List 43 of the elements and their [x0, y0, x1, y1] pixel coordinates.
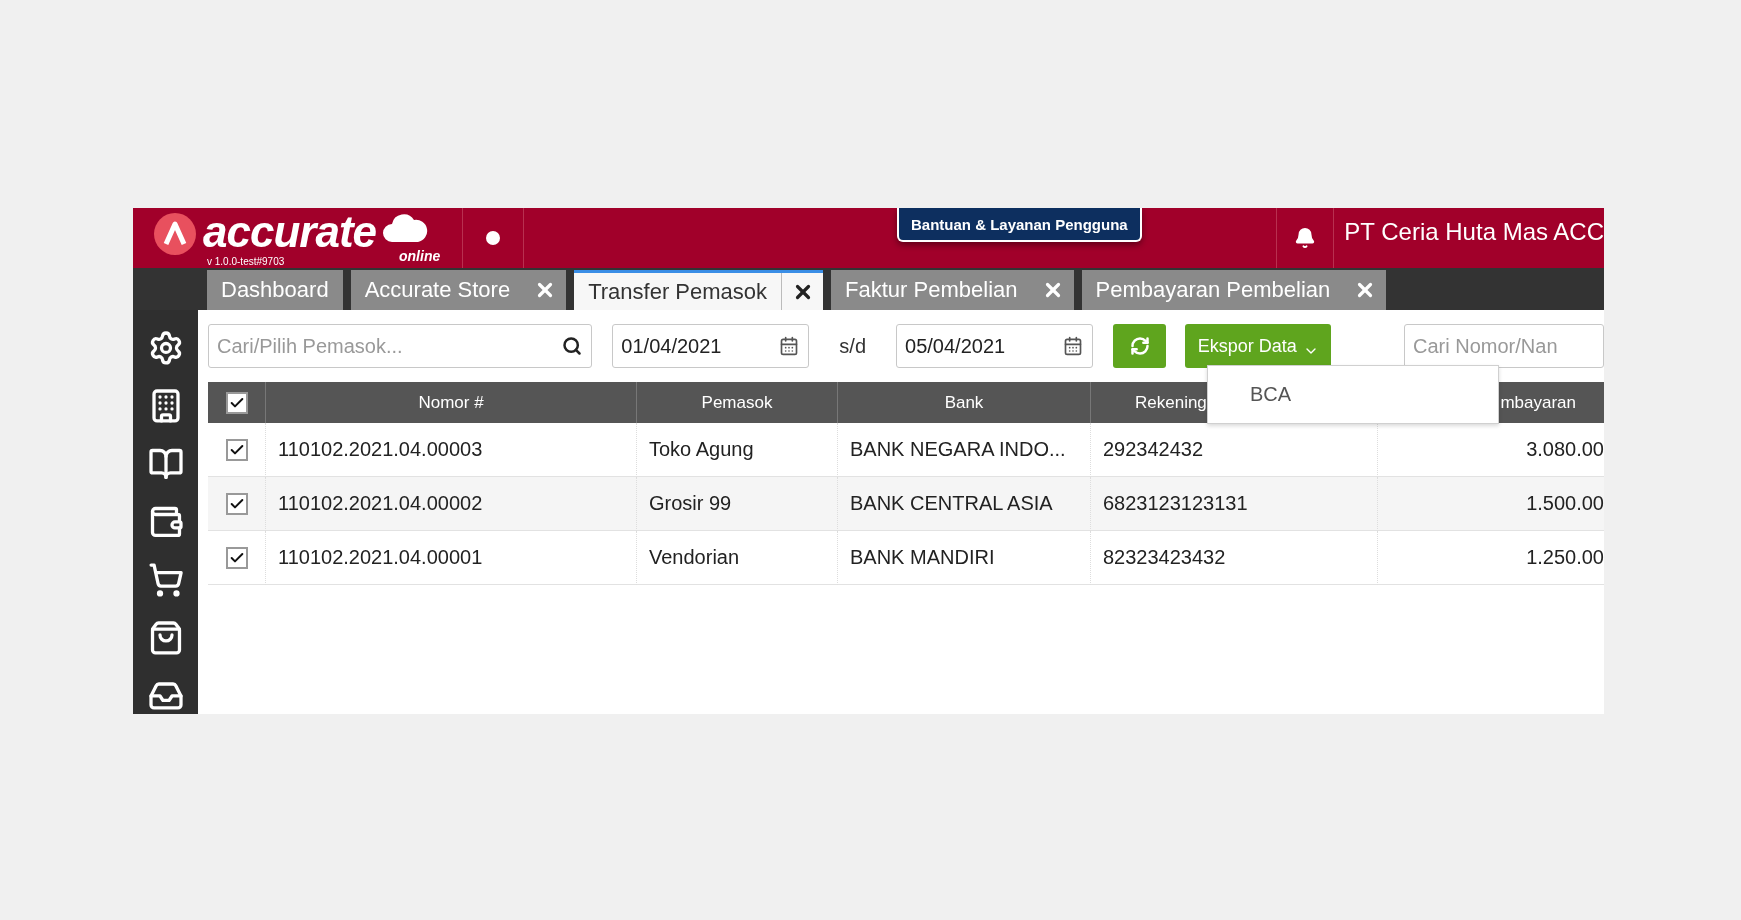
table-cell: 6823123123131 [1090, 477, 1377, 531]
table-cell: BANK NEGARA INDO... [837, 423, 1090, 477]
version-text: v 1.0.0-test#9703 [207, 256, 285, 267]
table-cell: 3.080.00 [1377, 423, 1604, 477]
table-cell: 1.250.00 [1377, 531, 1604, 585]
date-from-field[interactable]: 01/04/2021 [612, 324, 810, 368]
refresh-button[interactable] [1113, 324, 1167, 368]
table-cell: 110102.2021.04.00002 [265, 477, 636, 531]
column-header: Bank [837, 382, 1090, 423]
notification-bell-icon[interactable] [1294, 227, 1317, 249]
range-label: s/d [839, 334, 867, 358]
menu-item[interactable]: BCA [1208, 383, 1292, 406]
company-name: PT Ceria Huta Mas ACC [1343, 217, 1604, 247]
logo-text: accurate [203, 212, 376, 252]
table-cell: Vendorian [636, 531, 837, 585]
table-cell: Toko Agung [636, 423, 837, 477]
date-to-field[interactable]: 05/04/2021 [896, 324, 1094, 368]
refresh-icon[interactable] [1129, 336, 1150, 356]
supplier-search-field[interactable]: Cari/Pilih Pemasok... [208, 324, 592, 368]
checkbox[interactable] [225, 391, 248, 414]
help-button[interactable]: Bantuan & Layanan Pengguna [897, 208, 1142, 242]
number-search-field[interactable]: Cari Nomor/Nan [1404, 324, 1604, 368]
table-cell: 82323423432 [1090, 531, 1377, 585]
search-icon[interactable] [562, 336, 582, 356]
checkbox[interactable] [225, 492, 248, 515]
checkbox[interactable] [225, 546, 248, 569]
table-cell: 110102.2021.04.00003 [265, 423, 636, 477]
checkbox[interactable] [225, 438, 248, 461]
table-cell: 1.500.00 [1377, 477, 1604, 531]
calendar-icon[interactable] [779, 336, 800, 356]
logo-icon [153, 212, 197, 256]
table-cell: BANK MANDIRI [837, 531, 1090, 585]
table-cell: Grosir 99 [636, 477, 837, 531]
table-cell: 110102.2021.04.00001 [265, 531, 636, 585]
status-dot [486, 231, 500, 245]
table-cell: 292342432 [1090, 423, 1377, 477]
cloud-icon [382, 212, 428, 244]
column-header: Nomor # [265, 382, 636, 423]
column-header: Pemasok [636, 382, 837, 423]
table-cell: BANK CENTRAL ASIA [837, 477, 1090, 531]
calendar-icon[interactable] [1063, 336, 1084, 356]
logo-subtitle: online [399, 248, 441, 264]
tab[interactable]: Transfer Pemasok [574, 270, 824, 310]
